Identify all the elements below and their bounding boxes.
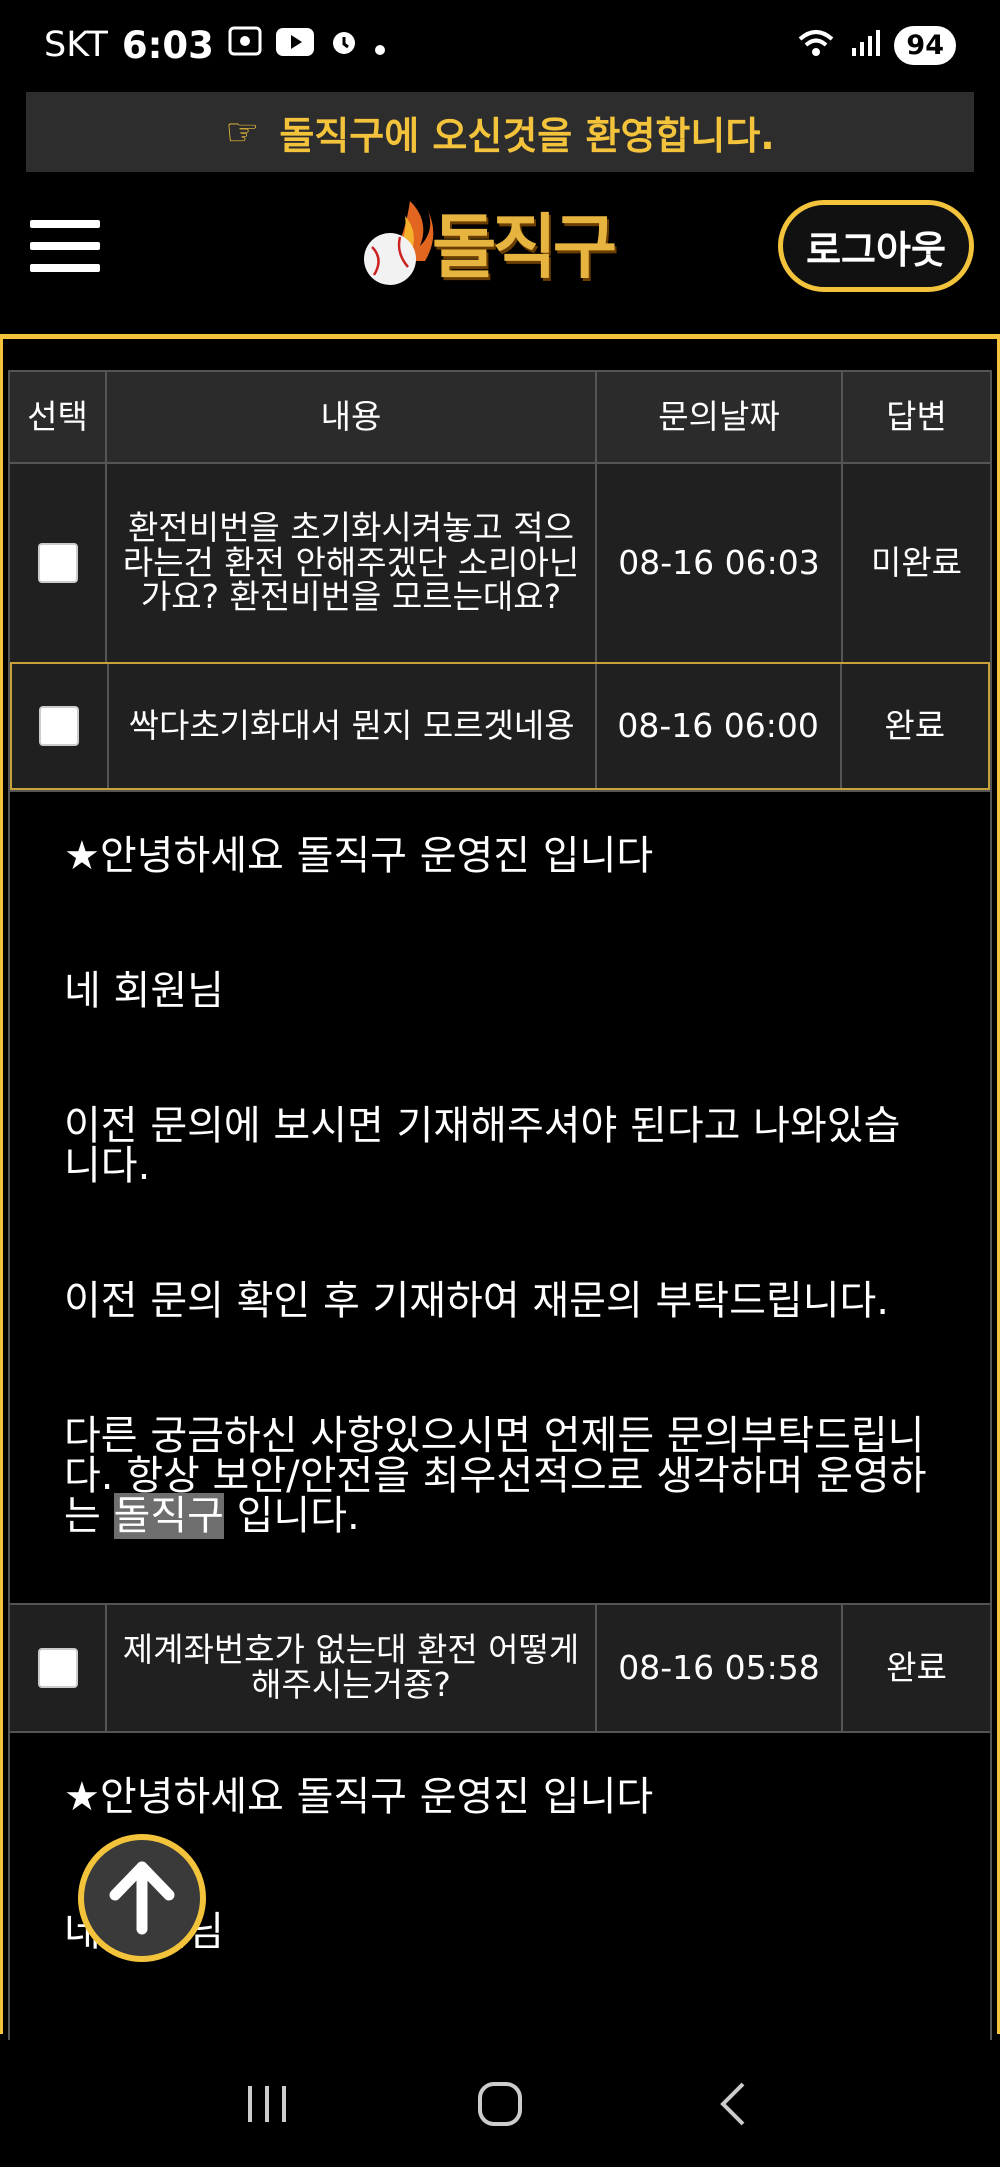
table-row[interactable]: 싹다초기화대서 뭔지 모르겟네용 08-16 06:00 완료	[10, 662, 990, 790]
answer-text: 입니다.	[223, 1493, 360, 1539]
answer-greeting: ★안녕하세요 돌직구 운영진 입니다	[64, 1774, 654, 1820]
table-row[interactable]: 환전비번을 초기화시켜놓고 적으라는건 환전 안해주겠단 소리아닌가요? 환전비…	[10, 462, 990, 662]
notification-dot-icon	[374, 25, 386, 65]
arrow-up-icon	[109, 1861, 175, 1935]
system-nav-bar	[0, 2040, 1000, 2167]
menu-icon[interactable]	[30, 220, 100, 272]
inquiry-content[interactable]: 싹다초기화대서 뭔지 모르겟네용	[109, 664, 597, 788]
site-logo[interactable]: 돌직구	[350, 186, 650, 296]
inquiry-date: 08-16 06:00	[597, 664, 842, 788]
left-border	[0, 334, 3, 2034]
youtube-icon	[275, 25, 314, 65]
table-header: 선택 내용 문의날짜 답변	[10, 370, 990, 462]
inquiry-content[interactable]: 제계좌번호가 없는대 환전 어떻게 해주시는거죵?	[107, 1605, 597, 1731]
answer-greeting: ★안녕하세요 돌직구 운영진 입니다	[64, 833, 654, 879]
row-select-cell	[10, 464, 107, 662]
status-left: SKT 6:03	[44, 24, 386, 67]
welcome-banner: ☞ 돌직구에 오신것을 환영합니다.	[26, 92, 974, 172]
status-right: 94	[796, 25, 956, 65]
home-icon[interactable]	[450, 2064, 550, 2144]
column-header-content: 내용	[107, 372, 597, 462]
row-checkbox[interactable]	[39, 706, 80, 746]
answer-status: 완료	[884, 705, 946, 745]
table-row[interactable]: 제계좌번호가 없는대 환전 어떻게 해주시는거죵? 08-16 05:58 완료	[10, 1603, 990, 1731]
screenshot-icon	[228, 25, 262, 65]
scroll-to-top-button[interactable]	[78, 1834, 206, 1962]
column-header-answer: 답변	[886, 396, 947, 436]
answer-paragraph: 이전 문의 확인 후 기재하여 재문의 부탁드립니다.	[64, 1278, 890, 1324]
selected-text: 돌직구	[113, 1493, 224, 1539]
wifi-icon	[796, 27, 836, 63]
logout-button[interactable]: 로그아웃	[778, 200, 974, 292]
answer-status: 미완료	[870, 542, 963, 582]
back-icon[interactable]	[683, 2064, 783, 2144]
carrier-label: SKT	[44, 25, 108, 65]
row-checkbox[interactable]	[37, 1648, 78, 1688]
clock: 6:03	[121, 23, 214, 67]
answer-status: 완료	[886, 1647, 947, 1687]
fireball-baseball-icon	[364, 201, 434, 285]
battery-indicator: 94	[894, 25, 956, 65]
pointing-hand-icon: ☞	[225, 110, 260, 154]
recent-apps-icon[interactable]	[217, 2064, 317, 2144]
column-header-date: 문의날짜	[597, 372, 843, 462]
inquiry-date: 08-16 06:03	[597, 464, 843, 662]
signal-icon	[850, 28, 881, 62]
logo-text: 돌직구	[432, 205, 617, 288]
answer-paragraph: 다른 궁금하신 사항있으시면 언제든 문의부탁드립니다. 항상 보안/안전을 최…	[64, 1416, 936, 1539]
column-header-select: 선택	[10, 372, 107, 462]
answer-panel: ★안녕하세요 돌직구 운영진 입니다 네 회원님 이전 문의에 보시면 기재해주…	[10, 790, 990, 1603]
row-select-cell	[10, 1605, 107, 1731]
welcome-text: 돌직구에 오신것을 환영합니다.	[279, 113, 775, 158]
header-divider	[0, 334, 1000, 339]
answer-paragraph: 이전 문의에 보시면 기재해주셔야 된다고 나와있습니다.	[64, 1103, 901, 1189]
answer-salutation: 네 회원님	[64, 968, 224, 1014]
site-header: 돌직구 로그아웃	[0, 180, 1000, 332]
inquiry-content[interactable]: 환전비번을 초기화시켜놓고 적으라는건 환전 안해주겠단 소리아닌가요? 환전비…	[107, 464, 597, 662]
status-bar: SKT 6:03 94	[0, 0, 1000, 90]
inquiry-table: 선택 내용 문의날짜 답변 환전비번을 초기화시켜놓고 적으라는건 환전 안해주…	[8, 370, 992, 2091]
inquiry-date: 08-16 05:58	[597, 1605, 843, 1731]
row-select-cell	[12, 664, 109, 788]
row-checkbox[interactable]	[37, 543, 78, 583]
alarm-icon	[328, 25, 360, 66]
